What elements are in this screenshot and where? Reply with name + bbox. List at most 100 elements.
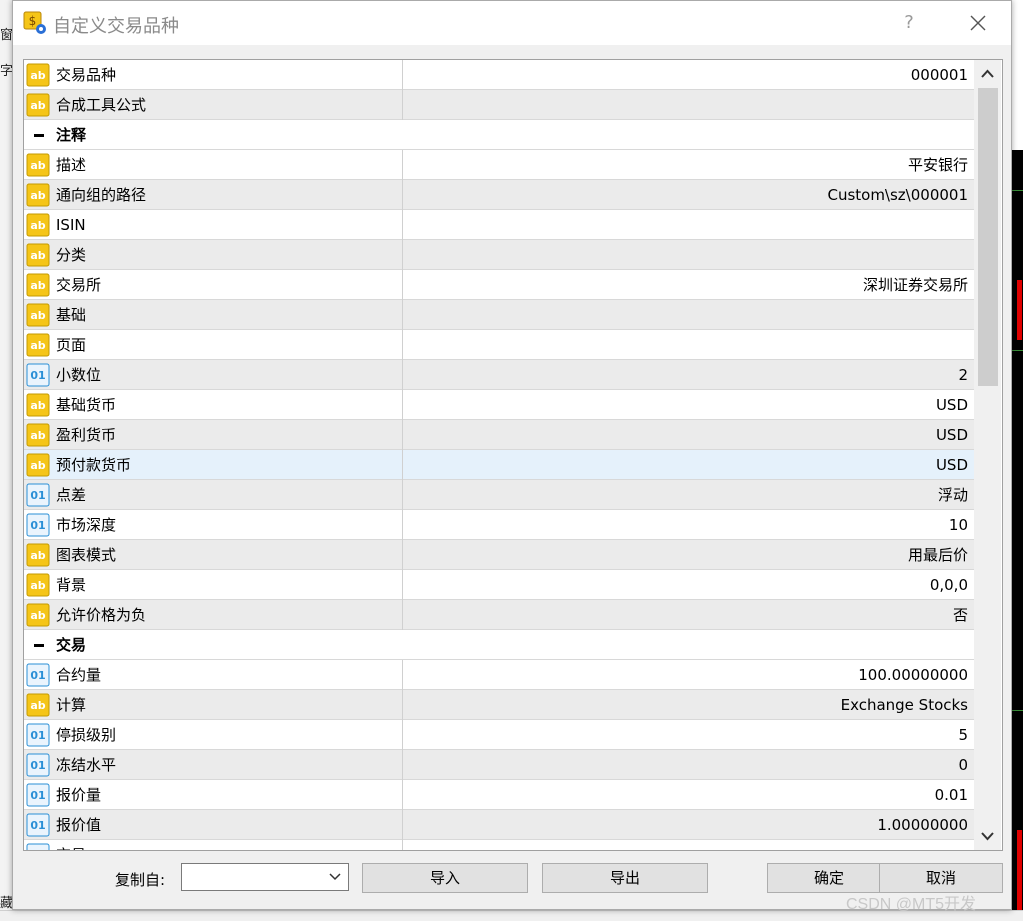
text-field-icon: ab (26, 453, 50, 477)
text-field-icon: ab (26, 393, 50, 417)
property-value[interactable]: USD (404, 390, 968, 420)
help-button[interactable]: ? (897, 9, 921, 37)
vertical-scrollbar[interactable] (974, 60, 1001, 850)
column-divider (402, 810, 403, 840)
property-row[interactable]: ab 允许价格为负 否 (24, 600, 974, 630)
svg-text:01: 01 (30, 789, 45, 802)
column-divider (402, 840, 403, 850)
column-divider (402, 660, 403, 690)
property-row[interactable]: 01 报价量 0.01 (24, 780, 974, 810)
property-name: 图表模式 (56, 546, 117, 564)
property-row[interactable]: ab 计算 Exchange Stocks (24, 690, 974, 720)
section-header[interactable]: 交易 (24, 630, 974, 660)
property-name: 冻结水平 (56, 756, 117, 774)
property-row[interactable]: ab ISIN (24, 210, 974, 240)
property-row[interactable]: ab 基础 (24, 300, 974, 330)
property-value[interactable]: 浮动 (404, 480, 968, 510)
text-field-icon: ab (26, 63, 50, 87)
scroll-up-arrow-icon[interactable] (974, 60, 1001, 88)
property-row[interactable]: 01 交易 (24, 840, 974, 850)
property-name: 点差 (56, 486, 87, 504)
svg-text:ab: ab (30, 249, 45, 262)
property-value[interactable]: Exchange Stocks (404, 690, 968, 720)
property-name: 通向组的路径 (56, 186, 147, 204)
scroll-thumb[interactable] (978, 88, 998, 386)
property-row[interactable]: 01 停损级别 5 (24, 720, 974, 750)
property-row[interactable]: ab 基础货币 USD (24, 390, 974, 420)
text-field-icon: ab (26, 213, 50, 237)
property-value[interactable]: 0 (404, 750, 968, 780)
title-bar[interactable]: $ 自定义交易品种 ? (13, 1, 1011, 45)
property-value[interactable]: 10 (404, 510, 968, 540)
copy-from-select[interactable] (181, 863, 349, 891)
column-divider (402, 240, 403, 270)
import-button[interactable]: 导入 (362, 863, 528, 893)
column-divider (402, 780, 403, 810)
background-text-fragment: 字 (0, 64, 12, 79)
property-value[interactable]: Custom\sz\000001 (404, 180, 968, 210)
ok-button[interactable]: 确定 (767, 863, 891, 893)
property-row[interactable]: ab 通向组的路径 Custom\sz\000001 (24, 180, 974, 210)
property-value[interactable]: 否 (404, 600, 968, 630)
property-value[interactable]: 000001 (404, 60, 968, 90)
property-value[interactable]: 100.00000000 (404, 660, 968, 690)
cancel-button[interactable]: 取消 (879, 863, 1003, 893)
svg-text:01: 01 (30, 489, 45, 502)
property-value[interactable]: 0,0,0 (404, 570, 968, 600)
numeric-field-icon: 01 (26, 753, 50, 777)
numeric-field-icon: 01 (26, 783, 50, 807)
property-row[interactable]: 01 合约量 100.00000000 (24, 660, 974, 690)
property-value[interactable]: 5 (404, 720, 968, 750)
custom-symbol-dialog: $ 自定义交易品种 ? ab 交易品种 000001 ab 合成工具公式注释 ab 描述 平安… (12, 0, 1012, 910)
numeric-field-icon: 01 (26, 843, 50, 850)
property-value[interactable]: 2 (404, 360, 968, 390)
collapse-minus-icon[interactable] (34, 134, 44, 137)
column-divider (402, 270, 403, 300)
property-row[interactable]: ab 交易品种 000001 (24, 60, 974, 90)
property-row[interactable]: 01 市场深度 10 (24, 510, 974, 540)
svg-text:ab: ab (30, 219, 45, 232)
property-row[interactable]: 01 冻结水平 0 (24, 750, 974, 780)
export-button[interactable]: 导出 (542, 863, 708, 893)
property-value[interactable]: 0.01 (404, 780, 968, 810)
property-row[interactable]: ab 分类 (24, 240, 974, 270)
column-divider (402, 390, 403, 420)
property-row[interactable]: ab 背景 0,0,0 (24, 570, 974, 600)
close-icon[interactable] (963, 7, 993, 39)
property-name: 页面 (56, 336, 87, 354)
text-field-icon: ab (26, 603, 50, 627)
property-row[interactable]: 01 小数位 2 (24, 360, 974, 390)
svg-text:ab: ab (30, 699, 45, 712)
property-row[interactable]: ab 交易所 深圳证券交易所 (24, 270, 974, 300)
svg-text:01: 01 (30, 759, 45, 772)
property-row[interactable]: 01 点差 浮动 (24, 480, 974, 510)
property-row[interactable]: ab 图表模式 用最后价 (24, 540, 974, 570)
scroll-down-arrow-icon[interactable] (974, 822, 1001, 850)
property-value[interactable]: 平安银行 (404, 150, 968, 180)
property-row[interactable]: ab 描述 平安银行 (24, 150, 974, 180)
section-header[interactable]: 注释 (24, 120, 974, 150)
property-row[interactable]: ab 合成工具公式 (24, 90, 974, 120)
column-divider (402, 60, 403, 90)
property-row[interactable]: 01 报价值 1.00000000 (24, 810, 974, 840)
property-name: 分类 (56, 246, 87, 264)
property-name: 基础货币 (56, 396, 117, 414)
property-value[interactable]: 1.00000000 (404, 810, 968, 840)
window-title: 自定义交易品种 (53, 16, 179, 37)
property-row[interactable]: ab 页面 (24, 330, 974, 360)
section-title: 注释 (56, 126, 87, 144)
collapse-minus-icon[interactable] (34, 644, 44, 647)
svg-text:01: 01 (30, 819, 45, 832)
property-value[interactable]: USD (404, 420, 968, 450)
property-row[interactable]: ab 预付款货币 USD (24, 450, 974, 480)
property-name: 盈利货币 (56, 426, 117, 444)
property-value[interactable]: 深圳证券交易所 (404, 270, 968, 300)
svg-text:ab: ab (30, 189, 45, 202)
property-value[interactable]: USD (404, 450, 968, 480)
property-row[interactable]: ab 盈利货币 USD (24, 420, 974, 450)
property-value[interactable]: 用最后价 (404, 540, 968, 570)
text-field-icon: ab (26, 183, 50, 207)
property-name: 允许价格为负 (56, 606, 147, 624)
text-field-icon: ab (26, 423, 50, 447)
property-name: 报价值 (56, 816, 102, 834)
